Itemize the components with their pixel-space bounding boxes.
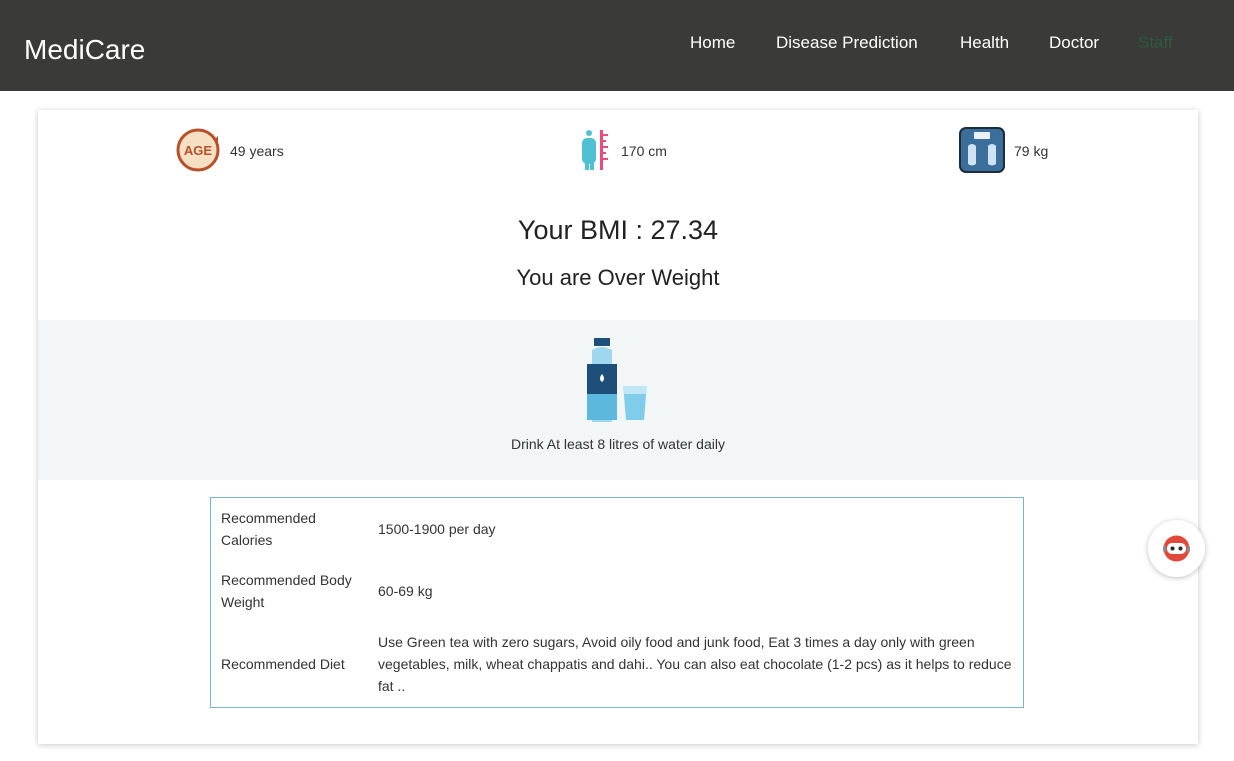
bmi-category: You are Over Weight bbox=[516, 265, 720, 290]
nav-staff[interactable]: Staff bbox=[1138, 33, 1173, 53]
weight-stat: 79 kg bbox=[958, 126, 1088, 176]
nav-disease-prediction[interactable]: Disease Prediction bbox=[776, 33, 918, 53]
nav-health[interactable]: Health bbox=[960, 33, 1009, 53]
table-row: Recommended Diet Use Green tea with zero… bbox=[211, 631, 1023, 701]
chatbot-button[interactable] bbox=[1148, 520, 1205, 577]
recommended-weight-label: Recommended Body Weight bbox=[221, 572, 352, 610]
water-bottle-icon bbox=[587, 338, 647, 422]
bmi-value: Your BMI : 27.34 bbox=[517, 215, 719, 245]
age-stat: AGE 49 years bbox=[174, 126, 314, 176]
navbar: MediCare Home Disease Prediction Health … bbox=[0, 0, 1234, 91]
nav-menu: Home Disease Prediction Health Doctor St… bbox=[0, 33, 1234, 57]
height-value: 170 cm bbox=[621, 143, 667, 159]
recommendations-table: Recommended Calories 1500-1900 per day R… bbox=[210, 497, 1024, 708]
chatbot-icon bbox=[1163, 535, 1190, 562]
water-tip-text: Drink At least 8 litres of water daily bbox=[511, 436, 725, 452]
height-icon bbox=[582, 130, 608, 170]
recommended-weight-value: 60-69 kg bbox=[378, 583, 433, 599]
recommended-calories-value: 1500-1900 per day bbox=[378, 521, 496, 537]
recommended-calories-label: Recommended Calories bbox=[221, 510, 316, 548]
water-tip-section: Drink At least 8 litres of water daily bbox=[38, 320, 1198, 480]
age-icon-text: AGE bbox=[184, 143, 213, 158]
nav-doctor[interactable]: Doctor bbox=[1049, 33, 1099, 53]
recommended-diet-label: Recommended Diet bbox=[221, 656, 345, 672]
weight-scale-icon bbox=[959, 127, 1005, 173]
age-value: 49 years bbox=[230, 143, 284, 159]
weight-value: 79 kg bbox=[1014, 143, 1049, 159]
height-stat: 170 cm bbox=[572, 126, 702, 176]
table-row: Recommended Body Weight 60-69 kg bbox=[211, 569, 1023, 615]
recommended-diet-value: Use Green tea with zero sugars, Avoid oi… bbox=[378, 634, 1012, 694]
bmi-result-card: AGE 49 years 170 cm 79 kg Your BMI : 27.… bbox=[38, 110, 1198, 744]
nav-home[interactable]: Home bbox=[690, 33, 735, 53]
age-icon: AGE bbox=[176, 128, 220, 172]
table-row: Recommended Calories 1500-1900 per day bbox=[211, 507, 1023, 553]
